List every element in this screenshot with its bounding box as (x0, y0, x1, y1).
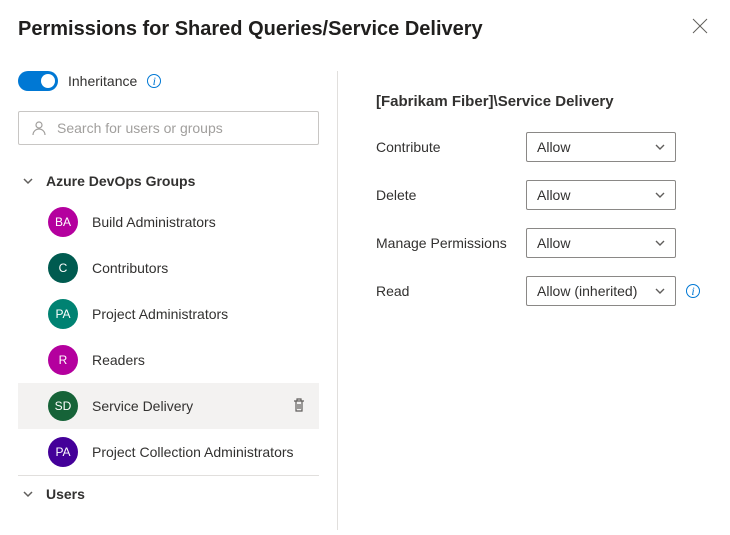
avatar: R (48, 345, 78, 375)
permission-value: Allow (537, 235, 570, 251)
chevron-down-icon (22, 488, 34, 500)
chevron-down-icon (655, 187, 665, 203)
avatar: SD (48, 391, 78, 421)
trash-icon[interactable] (291, 397, 307, 416)
identity-path: [Fabrikam Fiber]\Service Delivery (376, 93, 708, 110)
avatar: PA (48, 299, 78, 329)
close-icon (692, 18, 708, 34)
permission-value: Allow (inherited) (537, 283, 637, 299)
group-name: Project Collection Administrators (92, 444, 294, 460)
section-header-groups[interactable]: Azure DevOps Groups (18, 163, 319, 199)
group-name: Project Administrators (92, 306, 228, 322)
permission-select[interactable]: Allow (526, 180, 676, 210)
chevron-down-icon (22, 175, 34, 187)
group-item[interactable]: PA Project Administrators (18, 291, 319, 337)
search-input[interactable] (57, 120, 306, 136)
inheritance-label: Inheritance (68, 73, 137, 89)
permission-select[interactable]: Allow (inherited) (526, 276, 676, 306)
chevron-down-icon (655, 235, 665, 251)
permission-row: Manage Permissions Allow (376, 228, 708, 258)
search-box[interactable] (18, 111, 319, 145)
dialog-title: Permissions for Shared Queries/Service D… (18, 18, 483, 41)
group-list: BA Build Administrators C Contributors PA Pro… (18, 199, 319, 475)
permission-row: Contribute Allow (376, 132, 708, 162)
group-name: Contributors (92, 260, 168, 276)
left-panel: Inheritance i Azure DevOps Groups BA Buil… (0, 71, 338, 530)
permission-row: Delete Allow (376, 180, 708, 210)
group-item[interactable]: SD Service Delivery (18, 383, 319, 429)
group-item[interactable]: R Readers (18, 337, 319, 383)
avatar: C (48, 253, 78, 283)
close-button[interactable] (692, 18, 712, 38)
avatar: PA (48, 437, 78, 467)
group-name: Build Administrators (92, 214, 216, 230)
right-panel: [Fabrikam Fiber]\Service Delivery Contri… (338, 71, 730, 530)
group-item[interactable]: C Contributors (18, 245, 319, 291)
info-icon[interactable]: i (147, 74, 161, 88)
chevron-down-icon (655, 283, 665, 299)
permissions-list: ContributeAllowDeleteAllowManage Permiss… (376, 132, 708, 306)
group-item[interactable]: BA Build Administrators (18, 199, 319, 245)
chevron-down-icon (655, 139, 665, 155)
permission-value: Allow (537, 139, 570, 155)
avatar: BA (48, 207, 78, 237)
group-name: Service Delivery (92, 398, 193, 414)
permission-select[interactable]: Allow (526, 132, 676, 162)
person-icon (31, 120, 47, 136)
permission-label: Manage Permissions (376, 235, 516, 251)
group-name: Readers (92, 352, 145, 368)
section-users-label: Users (46, 486, 85, 502)
permission-label: Read (376, 283, 516, 299)
permission-select[interactable]: Allow (526, 228, 676, 258)
permission-label: Contribute (376, 139, 516, 155)
group-item[interactable]: PA Project Collection Administrators (18, 429, 319, 475)
section-groups-label: Azure DevOps Groups (46, 173, 195, 189)
permission-label: Delete (376, 187, 516, 203)
inheritance-toggle[interactable] (18, 71, 58, 91)
permission-value: Allow (537, 187, 570, 203)
section-header-users[interactable]: Users (18, 475, 319, 512)
permission-row: Read Allow (inherited) i (376, 276, 708, 306)
info-icon[interactable]: i (686, 284, 700, 298)
